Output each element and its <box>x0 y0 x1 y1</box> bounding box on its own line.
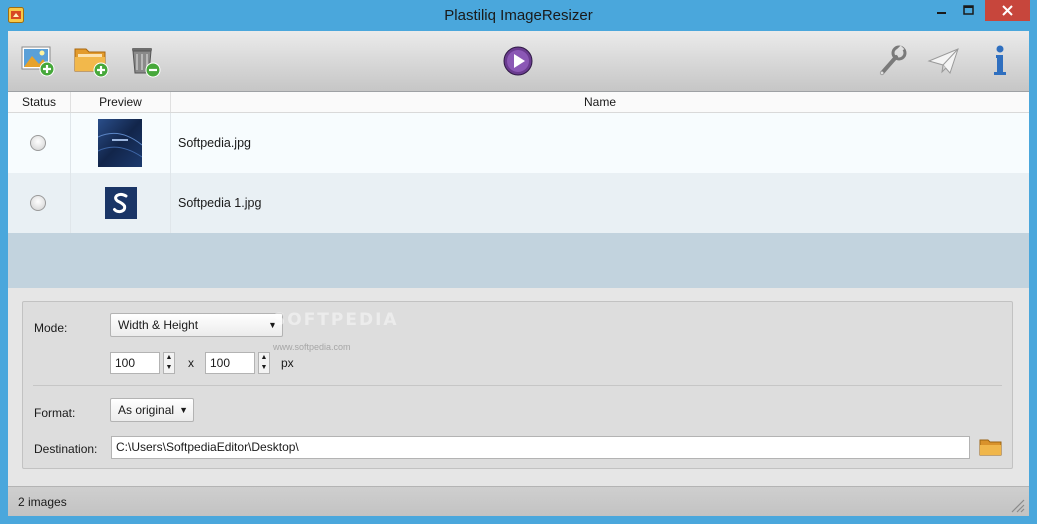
watermark-logo: SOFTPEDIA <box>273 310 399 330</box>
column-header-preview[interactable]: Preview <box>71 92 171 112</box>
destination-label: Destination: <box>34 442 98 456</box>
folder-browse-icon[interactable] <box>979 436 1003 458</box>
settings-panel: Mode: Width & Height ▼ 100 ▲ ▼ x 100 ▲ ▼ p… <box>22 301 1013 469</box>
application-window: Plastiliq ImageResizer Status Preview Na… <box>0 0 1037 524</box>
column-header-status[interactable]: Status <box>8 92 71 112</box>
window-title: Plastiliq ImageResizer <box>444 7 593 24</box>
preview-cell <box>71 173 171 233</box>
status-text: 2 images <box>18 495 67 509</box>
client-area: Status Preview Name Softpedia.jpg Softpe… <box>8 31 1029 516</box>
add-folder-icon[interactable] <box>72 41 112 81</box>
unit-label: px <box>281 356 294 370</box>
destination-field[interactable]: C:\Users\SoftpediaEditor\Desktop\ <box>111 436 970 459</box>
watermark-url: www.softpedia.com <box>273 342 351 352</box>
add-image-icon[interactable] <box>18 41 58 81</box>
status-indicator <box>30 135 46 151</box>
info-icon[interactable] <box>980 41 1020 81</box>
list-header: Status Preview Name <box>8 92 1029 113</box>
maximize-icon[interactable] <box>955 0 982 21</box>
stepper-up-icon[interactable]: ▲ <box>164 353 174 363</box>
width-input[interactable]: 100 <box>110 352 160 374</box>
list-item[interactable]: Softpedia 1.jpg <box>8 173 1029 233</box>
format-dropdown-value: As original <box>118 403 175 417</box>
divider <box>33 385 1002 386</box>
status-cell <box>8 113 71 173</box>
trash-remove-icon[interactable] <box>126 41 166 81</box>
preview-cell <box>71 113 171 173</box>
resize-grip-icon[interactable] <box>1009 497 1025 513</box>
play-icon[interactable] <box>498 41 538 81</box>
file-name: Softpedia.jpg <box>178 136 251 150</box>
format-dropdown[interactable]: As original ▼ <box>110 398 194 422</box>
minimize-icon[interactable] <box>928 0 955 21</box>
chevron-down-icon: ▼ <box>179 405 188 415</box>
preview-thumbnail <box>98 119 142 167</box>
height-input[interactable]: 100 <box>205 352 255 374</box>
status-indicator <box>30 195 46 211</box>
mode-dropdown[interactable]: Width & Height ▼ <box>110 313 283 337</box>
wrench-icon[interactable] <box>872 41 912 81</box>
stepper-up-icon[interactable]: ▲ <box>259 353 269 363</box>
mode-dropdown-value: Width & Height <box>118 318 199 332</box>
stepper-down-icon[interactable]: ▼ <box>164 363 174 373</box>
width-stepper[interactable]: ▲ ▼ <box>163 352 175 374</box>
column-header-name[interactable]: Name <box>171 92 1029 112</box>
file-name: Softpedia 1.jpg <box>178 196 262 210</box>
toolbar <box>8 31 1029 92</box>
preview-thumbnail <box>105 187 137 219</box>
dimension-separator: x <box>188 356 194 370</box>
stepper-down-icon[interactable]: ▼ <box>259 363 269 373</box>
paper-plane-icon[interactable] <box>924 41 964 81</box>
image-list[interactable]: Status Preview Name Softpedia.jpg Softpe… <box>8 92 1029 288</box>
settings-area: Mode: Width & Height ▼ 100 ▲ ▼ x 100 ▲ ▼ p… <box>8 288 1029 481</box>
mode-label: Mode: <box>34 321 68 335</box>
list-item[interactable]: Softpedia.jpg <box>8 113 1029 173</box>
close-icon[interactable] <box>985 0 1030 21</box>
title-bar[interactable]: Plastiliq ImageResizer <box>0 0 1037 31</box>
format-label: Format: <box>34 406 76 420</box>
status-bar: 2 images <box>8 486 1029 516</box>
height-stepper[interactable]: ▲ ▼ <box>258 352 270 374</box>
status-cell <box>8 173 71 233</box>
